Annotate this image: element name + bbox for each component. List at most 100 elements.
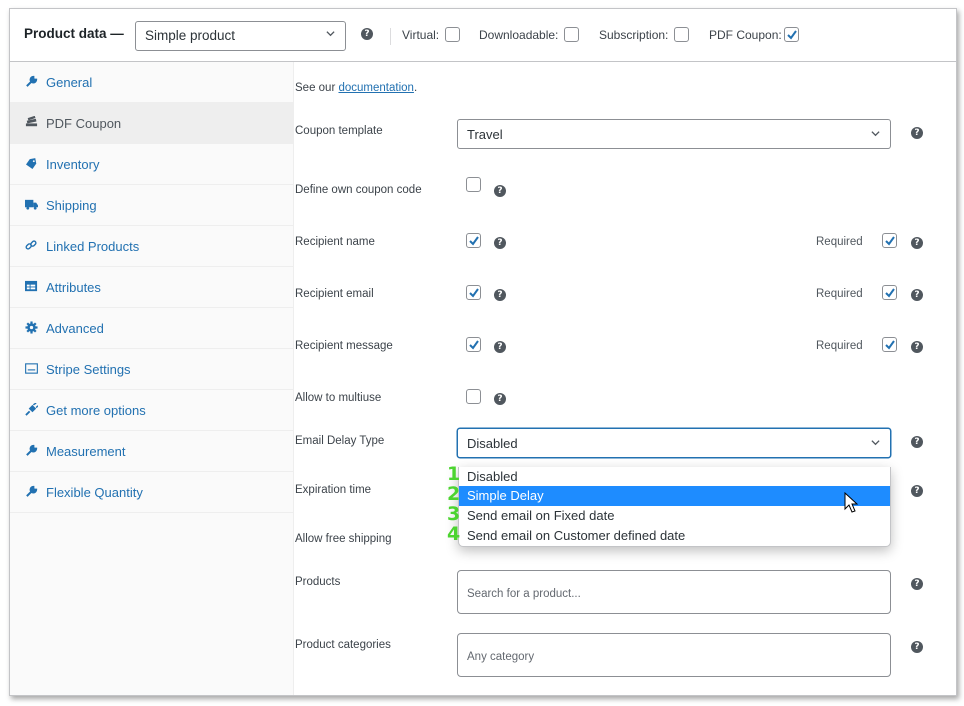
wrench-icon: [26, 444, 38, 456]
annotation-marker-4: 4: [447, 523, 461, 545]
subscription-checkbox[interactable]: [674, 27, 689, 42]
tab-label: Flexible Quantity: [46, 485, 143, 500]
recipient-message-label: Recipient message: [295, 340, 393, 352]
email-delay-type-value: Disabled: [467, 436, 518, 451]
annotation-marker-2: 2: [447, 483, 461, 505]
pdf-coupon-options: See our documentation. Coupon template T…: [295, 62, 956, 695]
tab-get-more-options[interactable]: Get more options: [10, 390, 293, 431]
help-icon[interactable]: ?: [494, 289, 506, 301]
checkmark-icon: [885, 288, 895, 298]
tab-inventory[interactable]: Inventory: [10, 144, 293, 185]
virtual-checkbox[interactable]: [445, 27, 460, 42]
products-label: Products: [295, 576, 341, 588]
tab-flexible-quantity[interactable]: Flexible Quantity: [10, 472, 293, 513]
recipient-message-required-checkbox[interactable]: [882, 337, 897, 352]
tab-attributes[interactable]: Attributes: [10, 267, 293, 308]
chevron-down-icon: [326, 31, 335, 37]
help-icon[interactable]: ?: [911, 436, 923, 448]
email-delay-type-dropdown: Disabled Simple Delay Send email on Fixe…: [458, 467, 891, 547]
doc-prefix: See our: [295, 82, 339, 94]
dropdown-option-fixed-date[interactable]: Send email on Fixed date: [459, 506, 890, 526]
help-icon[interactable]: ?: [911, 578, 923, 590]
tab-label: PDF Coupon: [46, 116, 122, 131]
tab-label: Stripe Settings: [46, 362, 131, 377]
coupon-template-select[interactable]: Travel: [457, 119, 891, 149]
tab-label: Advanced: [46, 321, 104, 336]
allow-multiuse-label: Allow to multiuse: [295, 392, 382, 404]
allow-multiuse-checkbox[interactable]: [466, 389, 481, 404]
dropdown-option-disabled[interactable]: Disabled: [459, 467, 890, 487]
recipient-email-checkbox[interactable]: [466, 285, 481, 300]
downloadable-checkbox[interactable]: [564, 27, 579, 42]
email-delay-type-label: Email Delay Type: [295, 435, 385, 447]
recipient-email-required-checkbox[interactable]: [882, 285, 897, 300]
tab-stripe-settings[interactable]: Stripe Settings: [10, 349, 293, 390]
dropdown-option-simple-delay[interactable]: Simple Delay: [459, 486, 890, 506]
help-icon[interactable]: ?: [911, 237, 923, 249]
documentation-note: See our documentation.: [295, 82, 417, 94]
plug-icon: [25, 403, 38, 416]
tab-label: Linked Products: [46, 239, 140, 254]
tab-advanced[interactable]: Advanced: [10, 308, 293, 349]
checkmark-icon: [787, 30, 797, 40]
help-icon[interactable]: ?: [494, 393, 506, 405]
gear-icon: [25, 321, 38, 334]
truck-icon: [25, 199, 38, 210]
help-icon[interactable]: ?: [494, 237, 506, 249]
product-data-tabs: General PDF Coupon Inventory Shipping Li…: [10, 62, 294, 695]
tab-general[interactable]: General: [10, 62, 293, 103]
expiration-time-label: Expiration time: [295, 484, 372, 496]
recipient-name-required-label: Required: [816, 236, 863, 248]
product-type-value: Simple product: [145, 28, 236, 43]
help-icon[interactable]: ?: [911, 341, 923, 353]
tab-shipping[interactable]: Shipping: [10, 185, 293, 226]
pdf-coupon-checkbox[interactable]: [784, 27, 799, 42]
recipient-email-label: Recipient email: [295, 288, 374, 300]
checkmark-icon: [469, 340, 479, 350]
recipient-name-required-checkbox[interactable]: [882, 233, 897, 248]
recipient-message-required-label: Required: [816, 340, 863, 352]
help-icon[interactable]: ?: [911, 641, 923, 653]
card-icon: [25, 363, 38, 374]
define-own-code-checkbox[interactable]: [466, 177, 481, 192]
tab-label: Inventory: [46, 157, 100, 172]
coupon-template-value: Travel: [467, 127, 503, 142]
documentation-link[interactable]: documentation: [338, 82, 413, 94]
dropdown-option-customer-date[interactable]: Send email on Customer defined date: [459, 526, 890, 546]
product-type-select[interactable]: Simple product: [135, 21, 346, 51]
help-icon[interactable]: ?: [494, 185, 506, 197]
product-categories-input[interactable]: Any category: [457, 633, 891, 677]
doc-suffix: .: [413, 82, 418, 94]
annotation-marker-1: 1: [447, 463, 461, 485]
virtual-label: Virtual:: [402, 28, 440, 42]
downloadable-label: Downloadable:: [479, 28, 559, 42]
panel-title: Product data —: [24, 26, 124, 41]
wrench-icon: [26, 75, 38, 87]
allow-free-shipping-label: Allow free shipping: [295, 533, 392, 545]
divider: [390, 28, 391, 45]
tab-pdf-coupon[interactable]: PDF Coupon: [10, 103, 293, 144]
help-icon[interactable]: ?: [911, 485, 923, 497]
chevron-down-icon: [871, 131, 880, 137]
tab-measurement[interactable]: Measurement: [10, 431, 293, 472]
tab-linked-products[interactable]: Linked Products: [10, 226, 293, 267]
link-icon: [25, 240, 37, 250]
email-delay-type-select[interactable]: Disabled: [457, 428, 891, 458]
help-icon[interactable]: ?: [911, 127, 923, 139]
products-search-input[interactable]: Search for a product...: [457, 570, 891, 614]
help-icon[interactable]: ?: [361, 28, 373, 40]
tag-icon: [26, 158, 37, 169]
wrench-icon: [26, 485, 38, 497]
recipient-name-checkbox[interactable]: [466, 233, 481, 248]
recipient-name-label: Recipient name: [295, 236, 375, 248]
coupon-template-label: Coupon template: [295, 125, 383, 137]
subscription-label: Subscription:: [599, 28, 669, 42]
define-own-code-label: Define own coupon code: [295, 184, 422, 196]
tab-label: Get more options: [46, 403, 146, 418]
help-icon[interactable]: ?: [494, 341, 506, 353]
recipient-message-checkbox[interactable]: [466, 337, 481, 352]
chevron-down-icon: [871, 440, 880, 446]
checkmark-icon: [885, 236, 895, 246]
help-icon[interactable]: ?: [911, 289, 923, 301]
panel-header: Product data — Simple product ? Virtual:…: [10, 9, 956, 62]
